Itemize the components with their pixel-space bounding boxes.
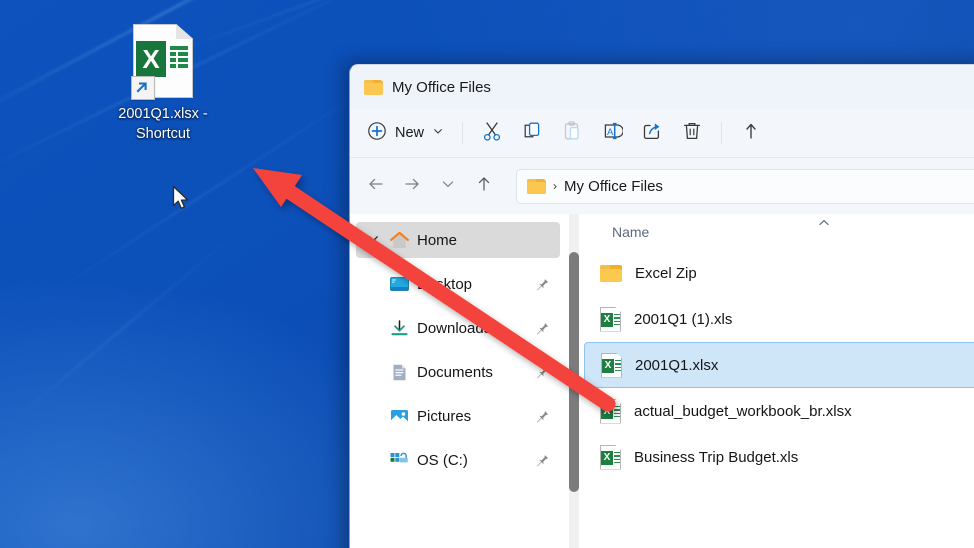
arrow-left-icon [366, 174, 386, 199]
table-row[interactable]: X 2001Q1.xlsx [584, 342, 974, 388]
chevron-up-icon [817, 216, 831, 233]
sidebar-item-label: Documents [417, 364, 493, 381]
file-name: 2001Q1.xlsx [635, 357, 718, 374]
excel-shortcut-icon: X [133, 24, 193, 98]
copy-button[interactable] [512, 116, 552, 150]
plus-circle-icon [367, 121, 387, 146]
documents-icon [386, 363, 412, 382]
copy-icon [521, 120, 543, 147]
table-row[interactable]: Excel Zip [584, 250, 974, 296]
sidebar-item-desktop[interactable]: Desktop [356, 266, 560, 302]
arrow-right-icon [402, 174, 422, 199]
new-button-label: New [395, 125, 424, 141]
excel-xlsx-icon: X [601, 353, 622, 378]
file-name: 2001Q1 (1).xls [634, 311, 732, 328]
chevron-down-icon[interactable] [360, 232, 386, 248]
command-toolbar: New [350, 109, 974, 158]
recent-locations-button[interactable] [432, 170, 464, 202]
drive-icon [386, 451, 412, 470]
file-name: Excel Zip [635, 265, 697, 282]
sidebar-item-home[interactable]: Home [356, 222, 560, 258]
sidebar-item-label: Desktop [417, 276, 472, 293]
wallpaper-swoosh [0, 212, 261, 433]
pane-splitter[interactable] [566, 214, 582, 548]
desktop-shortcut-2001q1[interactable]: X 2001Q1.xlsx - Shortcut [104, 24, 222, 144]
sidebar-item-label: Home [417, 232, 457, 249]
share-icon [641, 120, 663, 147]
pictures-icon [386, 407, 412, 426]
sidebar-scrollbar-thumb[interactable] [569, 252, 579, 492]
pin-icon[interactable] [534, 364, 550, 385]
shortcut-label-line1: 2001Q1.xlsx - [104, 104, 222, 124]
shortcut-label-line2: Shortcut [104, 124, 222, 144]
navigation-bar: › My Office Files [350, 158, 974, 214]
spreadsheet-grid-icon [170, 46, 188, 70]
sidebar-item-os-c[interactable]: OS (C:) [356, 442, 560, 478]
clipboard-icon [561, 120, 583, 147]
sidebar-item-label: Downloads [417, 320, 491, 337]
sidebar-item-documents[interactable]: Documents [356, 354, 560, 390]
cut-button[interactable] [472, 116, 512, 150]
new-button[interactable]: New [358, 116, 453, 150]
back-button[interactable] [360, 170, 392, 202]
downloads-icon [386, 319, 412, 338]
chevron-down-icon [440, 176, 456, 197]
home-icon [386, 231, 412, 250]
arrow-up-icon [474, 174, 494, 199]
share-button[interactable] [632, 116, 672, 150]
navigation-pane: Home Desktop [350, 214, 566, 548]
rename-icon: A [601, 120, 623, 147]
excel-xls-icon: X [600, 307, 621, 332]
up-button[interactable] [468, 170, 500, 202]
desktop-icon [386, 275, 412, 294]
file-name: actual_budget_workbook_br.xlsx [634, 403, 852, 420]
column-header-name[interactable]: Name [612, 224, 649, 240]
file-explorer-window[interactable]: My Office Files New [349, 64, 974, 548]
pin-icon[interactable] [534, 452, 550, 473]
breadcrumb-current[interactable]: My Office Files [564, 178, 663, 195]
trash-icon [681, 120, 703, 147]
explorer-tab[interactable]: My Office Files [364, 79, 491, 96]
address-bar[interactable]: › My Office Files [516, 169, 974, 204]
window-titlebar[interactable]: My Office Files [350, 65, 974, 109]
svg-text:A: A [607, 127, 614, 138]
paste-button[interactable] [552, 116, 592, 150]
forward-button[interactable] [396, 170, 428, 202]
file-name: Business Trip Budget.xls [634, 449, 798, 466]
excel-xls-icon: X [600, 445, 621, 470]
sort-button[interactable] [731, 116, 771, 150]
column-header-row: Name [582, 214, 974, 250]
pin-icon[interactable] [534, 408, 550, 429]
file-list: Name Excel Zip X [582, 214, 974, 548]
mouse-pointer-icon [172, 185, 192, 218]
scissors-icon [481, 120, 503, 147]
table-row[interactable]: X 2001Q1 (1).xls [584, 296, 974, 342]
toolbar-separator [721, 122, 722, 144]
excel-xlsx-icon: X [600, 399, 621, 424]
pin-icon[interactable] [534, 320, 550, 341]
sidebar-item-pictures[interactable]: Pictures [356, 398, 560, 434]
folder-icon[interactable] [527, 179, 546, 194]
table-row[interactable]: X Business Trip Budget.xls [584, 434, 974, 480]
sidebar-item-label: OS (C:) [417, 452, 468, 469]
toolbar-separator [462, 122, 463, 144]
chevron-down-icon[interactable] [432, 124, 444, 142]
sort-icon [740, 120, 762, 147]
explorer-body: Home Desktop [350, 214, 974, 548]
delete-button[interactable] [672, 116, 712, 150]
folder-icon [600, 265, 622, 282]
shortcut-arrow-icon [131, 76, 155, 100]
screen: X 2001Q1.xlsx - Shortcut [0, 0, 974, 548]
sidebar-item-downloads[interactable]: Downloads [356, 310, 560, 346]
table-row[interactable]: X actual_budget_workbook_br.xlsx [584, 388, 974, 434]
rename-button[interactable]: A [592, 116, 632, 150]
folder-icon [364, 80, 383, 95]
sidebar-item-label: Pictures [417, 408, 471, 425]
breadcrumb-separator: › [553, 179, 557, 193]
pin-icon[interactable] [534, 276, 550, 297]
window-title: My Office Files [392, 79, 491, 96]
